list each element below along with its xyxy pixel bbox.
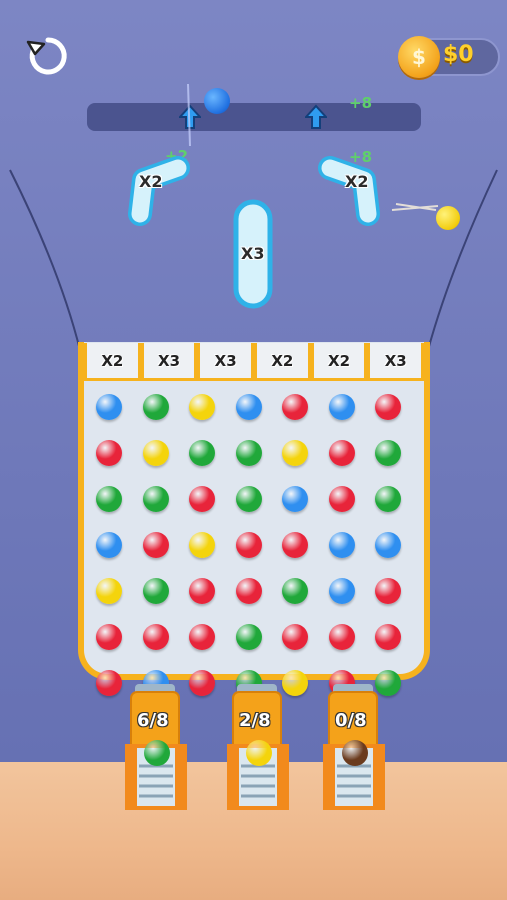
peg-ball[interactable] (96, 394, 122, 420)
tube-count: 2/8 (239, 710, 271, 731)
bumper-multiplier: X3 (241, 244, 265, 263)
peg-ball[interactable] (189, 440, 215, 466)
peg-ball[interactable] (142, 624, 169, 650)
peg-ball[interactable] (96, 624, 122, 650)
ball-trail (187, 83, 191, 147)
peg-ball[interactable] (328, 578, 355, 604)
peg-ball[interactable] (235, 486, 262, 512)
peg-ball[interactable] (282, 394, 308, 420)
peg-ball[interactable] (328, 394, 355, 420)
peg-ball[interactable] (235, 440, 262, 466)
peg-ball[interactable] (282, 486, 308, 512)
peg-ball[interactable] (142, 486, 169, 512)
falling-ball (204, 88, 230, 114)
tube-count: 0/8 (335, 710, 367, 731)
bumper-multiplier: X2 (139, 172, 163, 191)
coin-amount: $0 (443, 42, 474, 67)
peg-ball[interactable] (189, 486, 215, 512)
peg-ball[interactable] (189, 532, 215, 558)
slot-multiplier: X2 (310, 343, 368, 381)
peg-ball[interactable] (96, 578, 122, 604)
ball-trail (391, 203, 439, 211)
slot-multiplier: X3 (140, 343, 198, 381)
peg-ball[interactable] (142, 532, 169, 558)
slot-multiplier: X2 (84, 343, 141, 381)
peg-ball[interactable] (282, 440, 308, 466)
tube-ball (246, 740, 272, 766)
bonus-label: +8 (349, 94, 373, 112)
restart-icon[interactable] (22, 30, 74, 82)
peg-ball[interactable] (375, 394, 401, 420)
peg-ball[interactable] (375, 578, 401, 604)
peg-ball[interactable] (235, 624, 262, 650)
peg-ball[interactable] (282, 624, 308, 650)
peg-ball[interactable] (235, 578, 262, 604)
peg-ball[interactable] (96, 440, 122, 466)
slot-multiplier: X3 (197, 343, 255, 381)
peg-ball[interactable] (235, 532, 262, 558)
peg-ball[interactable] (375, 486, 401, 512)
peg-ball[interactable] (282, 578, 308, 604)
peg-ball[interactable] (142, 440, 169, 466)
peg-ball[interactable] (375, 624, 401, 650)
peg-ball[interactable] (375, 440, 401, 466)
peg-ball[interactable] (189, 624, 215, 650)
peg-ball[interactable] (96, 486, 122, 512)
peg-ball[interactable] (375, 532, 401, 558)
slot-multiplier: X3 (367, 343, 425, 381)
peg-ball[interactable] (142, 578, 169, 604)
peg-ball[interactable] (328, 440, 355, 466)
multiplier-slots: X2 X3 X3 X2 X2 X3 (84, 343, 425, 381)
peg-ball[interactable] (282, 532, 308, 558)
peg-ball[interactable] (328, 486, 355, 512)
tube-ball (144, 740, 170, 766)
peg-ball[interactable] (235, 394, 262, 420)
peg-ball[interactable] (96, 532, 122, 558)
coin-symbol: $ (412, 45, 426, 69)
slot-multiplier: X2 (254, 343, 311, 381)
peg-ball[interactable] (189, 394, 215, 420)
peg-ball[interactable] (328, 532, 355, 558)
bumper-multiplier: X2 (345, 172, 369, 191)
peg-ball[interactable] (96, 670, 122, 696)
peg-ball[interactable] (189, 578, 215, 604)
incoming-ball (436, 206, 460, 230)
peg-ball[interactable] (328, 624, 355, 650)
tube-count: 6/8 (137, 710, 169, 731)
tube-ball (342, 740, 368, 766)
up-arrow-icon (305, 104, 327, 129)
peg-ball[interactable] (142, 394, 169, 420)
